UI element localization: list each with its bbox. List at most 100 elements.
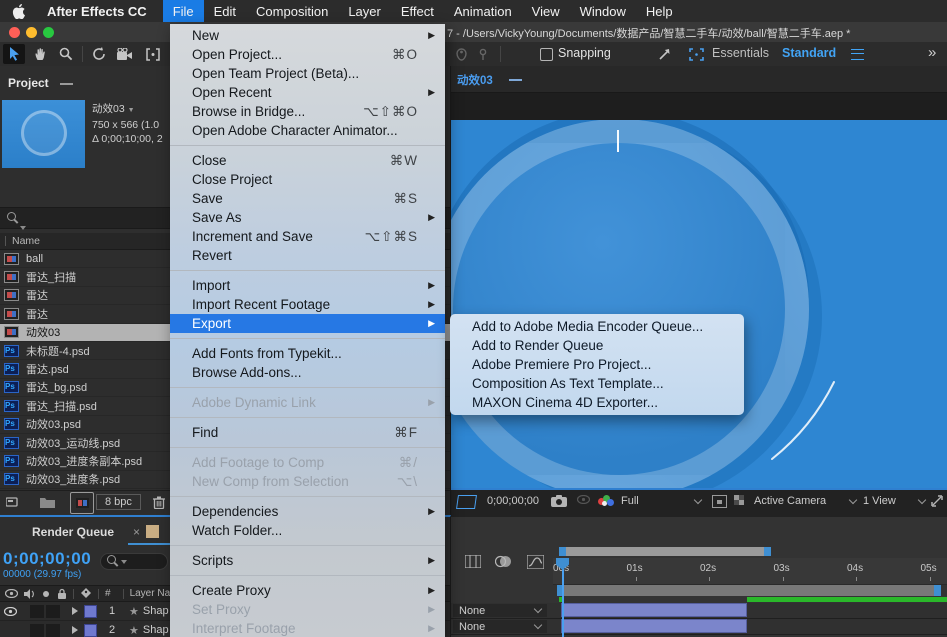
apple-icon[interactable] xyxy=(12,3,25,19)
panel-tab-swatch[interactable] xyxy=(146,525,159,538)
channels-icon[interactable] xyxy=(598,495,614,508)
layer-duration-bar[interactable] xyxy=(561,619,747,633)
layer-name[interactable]: Shap xyxy=(143,624,169,636)
export-submenu-item[interactable]: Composition As Text Template... xyxy=(450,374,744,393)
menubar-item[interactable]: Layer xyxy=(338,0,391,22)
zoom-window-button[interactable] xyxy=(43,27,54,38)
magnification-select[interactable]: Full xyxy=(621,495,703,507)
file-menu-item[interactable]: ▶ xyxy=(170,570,445,581)
timeline-search-box[interactable] xyxy=(100,553,168,570)
file-menu-item[interactable]: Open Project... ⌘O ▶ xyxy=(170,45,445,64)
menubar-item[interactable]: Animation xyxy=(444,0,522,22)
close-window-button[interactable] xyxy=(9,27,20,38)
video-visibility-icon[interactable] xyxy=(5,589,18,598)
rotate-tool-icon[interactable] xyxy=(88,44,110,64)
capture-region-icon[interactable] xyxy=(685,44,707,64)
layer-name[interactable]: Shap xyxy=(143,605,169,617)
region-of-interest-icon[interactable] xyxy=(712,495,727,508)
audio-icon[interactable] xyxy=(24,588,35,599)
file-menu-item[interactable]: Open Team Project (Beta)... ▶ xyxy=(170,64,445,83)
menubar-item[interactable]: Composition xyxy=(246,0,338,22)
file-menu-item[interactable]: Create Proxy ▶ xyxy=(170,581,445,600)
new-composition-icon[interactable] xyxy=(70,492,94,514)
close-tab-icon[interactable]: × xyxy=(133,525,140,539)
lock-icon[interactable] xyxy=(57,588,67,599)
composition-viewer[interactable] xyxy=(451,120,947,488)
parent-dropdown[interactable]: None xyxy=(453,604,547,617)
camera-tool-icon[interactable] xyxy=(114,44,136,64)
diagonal-arrow-icon[interactable] xyxy=(653,44,675,64)
switch-cell[interactable] xyxy=(30,604,44,618)
menubar-item[interactable]: File xyxy=(162,0,204,22)
file-menu-item[interactable]: Open Adobe Character Animator... ▶ xyxy=(170,121,445,140)
resize-viewer-icon[interactable] xyxy=(931,495,943,507)
file-menu-item[interactable]: Adobe Dynamic Link ▶ xyxy=(170,393,445,412)
work-area-bar[interactable] xyxy=(559,547,771,556)
switch-cell[interactable] xyxy=(46,623,60,637)
snapshot-camera-icon[interactable] xyxy=(551,495,567,507)
file-menu-item[interactable]: ▶ xyxy=(170,412,445,423)
playhead-line[interactable] xyxy=(562,569,564,637)
delete-trash-icon[interactable] xyxy=(148,492,170,512)
export-submenu-item[interactable]: Add to Adobe Media Encoder Queue... xyxy=(450,317,744,336)
minimize-window-button[interactable] xyxy=(26,27,37,38)
selected-comp-name[interactable]: 动效03 xyxy=(92,103,125,115)
file-menu-item[interactable]: Browse Add-ons... ▶ xyxy=(170,363,445,382)
title-action-safe-icon[interactable] xyxy=(456,495,477,509)
switch-cell[interactable] xyxy=(30,623,44,637)
viewer-timecode[interactable]: 0;00;00;00 xyxy=(487,495,539,507)
file-menu-item[interactable]: Save As ▶ xyxy=(170,208,445,227)
comp-name-dropdown-icon[interactable]: ▼ xyxy=(128,107,135,114)
file-menu-item[interactable]: Find ⌘F ▶ xyxy=(170,423,445,442)
solo-icon[interactable] xyxy=(42,590,50,598)
transparency-grid-icon[interactable] xyxy=(734,495,744,500)
expand-layer-arrow[interactable] xyxy=(72,607,78,615)
file-menu-item[interactable]: ▶ xyxy=(170,382,445,393)
snapping-checkbox[interactable] xyxy=(540,48,553,61)
layer-label-chip[interactable] xyxy=(84,623,97,637)
file-menu-item[interactable]: ▶ xyxy=(170,140,445,151)
layer-label-chip[interactable] xyxy=(84,604,97,618)
file-menu-item[interactable]: Open Recent ▶ xyxy=(170,83,445,102)
file-menu-item[interactable]: Set Proxy ▶ xyxy=(170,600,445,619)
render-queue-tab[interactable]: Render Queue xyxy=(32,525,114,539)
camera-view-select[interactable]: Active Camera xyxy=(754,495,858,507)
layer-duration-bar[interactable] xyxy=(561,603,747,617)
app-name[interactable]: After Effects CC xyxy=(39,4,155,19)
file-menu-item[interactable]: Browse in Bridge... ⌥⇧⌘O ▶ xyxy=(170,102,445,121)
frame-blending-icon[interactable] xyxy=(465,555,481,568)
composition-thumbnail[interactable] xyxy=(2,100,85,168)
parent-dropdown[interactable]: None xyxy=(453,620,547,633)
file-menu-item[interactable]: ▶ xyxy=(170,491,445,502)
timeline-layer-row[interactable]: None xyxy=(451,619,947,635)
file-menu-item[interactable]: Import Recent Footage ▶ xyxy=(170,295,445,314)
view-layout-select[interactable]: 1 View xyxy=(863,495,927,507)
composition-tab[interactable]: 动效03 xyxy=(457,72,493,88)
file-menu-item[interactable]: Close Project ▶ xyxy=(170,170,445,189)
hand-tool-icon[interactable] xyxy=(29,44,51,64)
file-menu-item[interactable]: Scripts ▶ xyxy=(170,551,445,570)
toolbar-overflow-chevrons[interactable]: » xyxy=(928,44,936,61)
menubar-item[interactable]: Window xyxy=(570,0,636,22)
file-menu-item[interactable]: Watch Folder... ▶ xyxy=(170,521,445,540)
expand-layer-arrow[interactable] xyxy=(72,626,78,634)
file-menu-item[interactable]: New Comp from Selection ⌥\ ▶ xyxy=(170,472,445,491)
layer-visibility-eye-icon[interactable] xyxy=(0,606,20,616)
layer-name-column-header[interactable]: Layer Na xyxy=(130,588,171,599)
menubar-item[interactable]: Help xyxy=(636,0,683,22)
switch-cell[interactable] xyxy=(46,604,60,618)
selection-tool-icon[interactable] xyxy=(3,44,25,64)
workspace-tab-essentials[interactable]: Essentials xyxy=(712,46,769,60)
snapping-label[interactable]: Snapping xyxy=(558,46,611,60)
file-menu-item[interactable]: Export ▶ xyxy=(170,314,445,333)
motion-blur-icon[interactable] xyxy=(495,555,512,568)
file-menu-item[interactable]: Import ▶ xyxy=(170,276,445,295)
time-ruler[interactable]: 00s01s02s03s04s05s xyxy=(553,558,947,585)
file-menu-item[interactable]: Dependencies ▶ xyxy=(170,502,445,521)
file-menu-item[interactable]: Add Fonts from Typekit... ▶ xyxy=(170,344,445,363)
index-column-header[interactable]: # xyxy=(105,588,111,599)
name-column-header[interactable]: Name xyxy=(12,235,40,247)
interpret-footage-icon[interactable] xyxy=(2,492,24,512)
new-folder-icon[interactable] xyxy=(36,492,58,512)
zoom-tool-icon[interactable] xyxy=(55,44,77,64)
